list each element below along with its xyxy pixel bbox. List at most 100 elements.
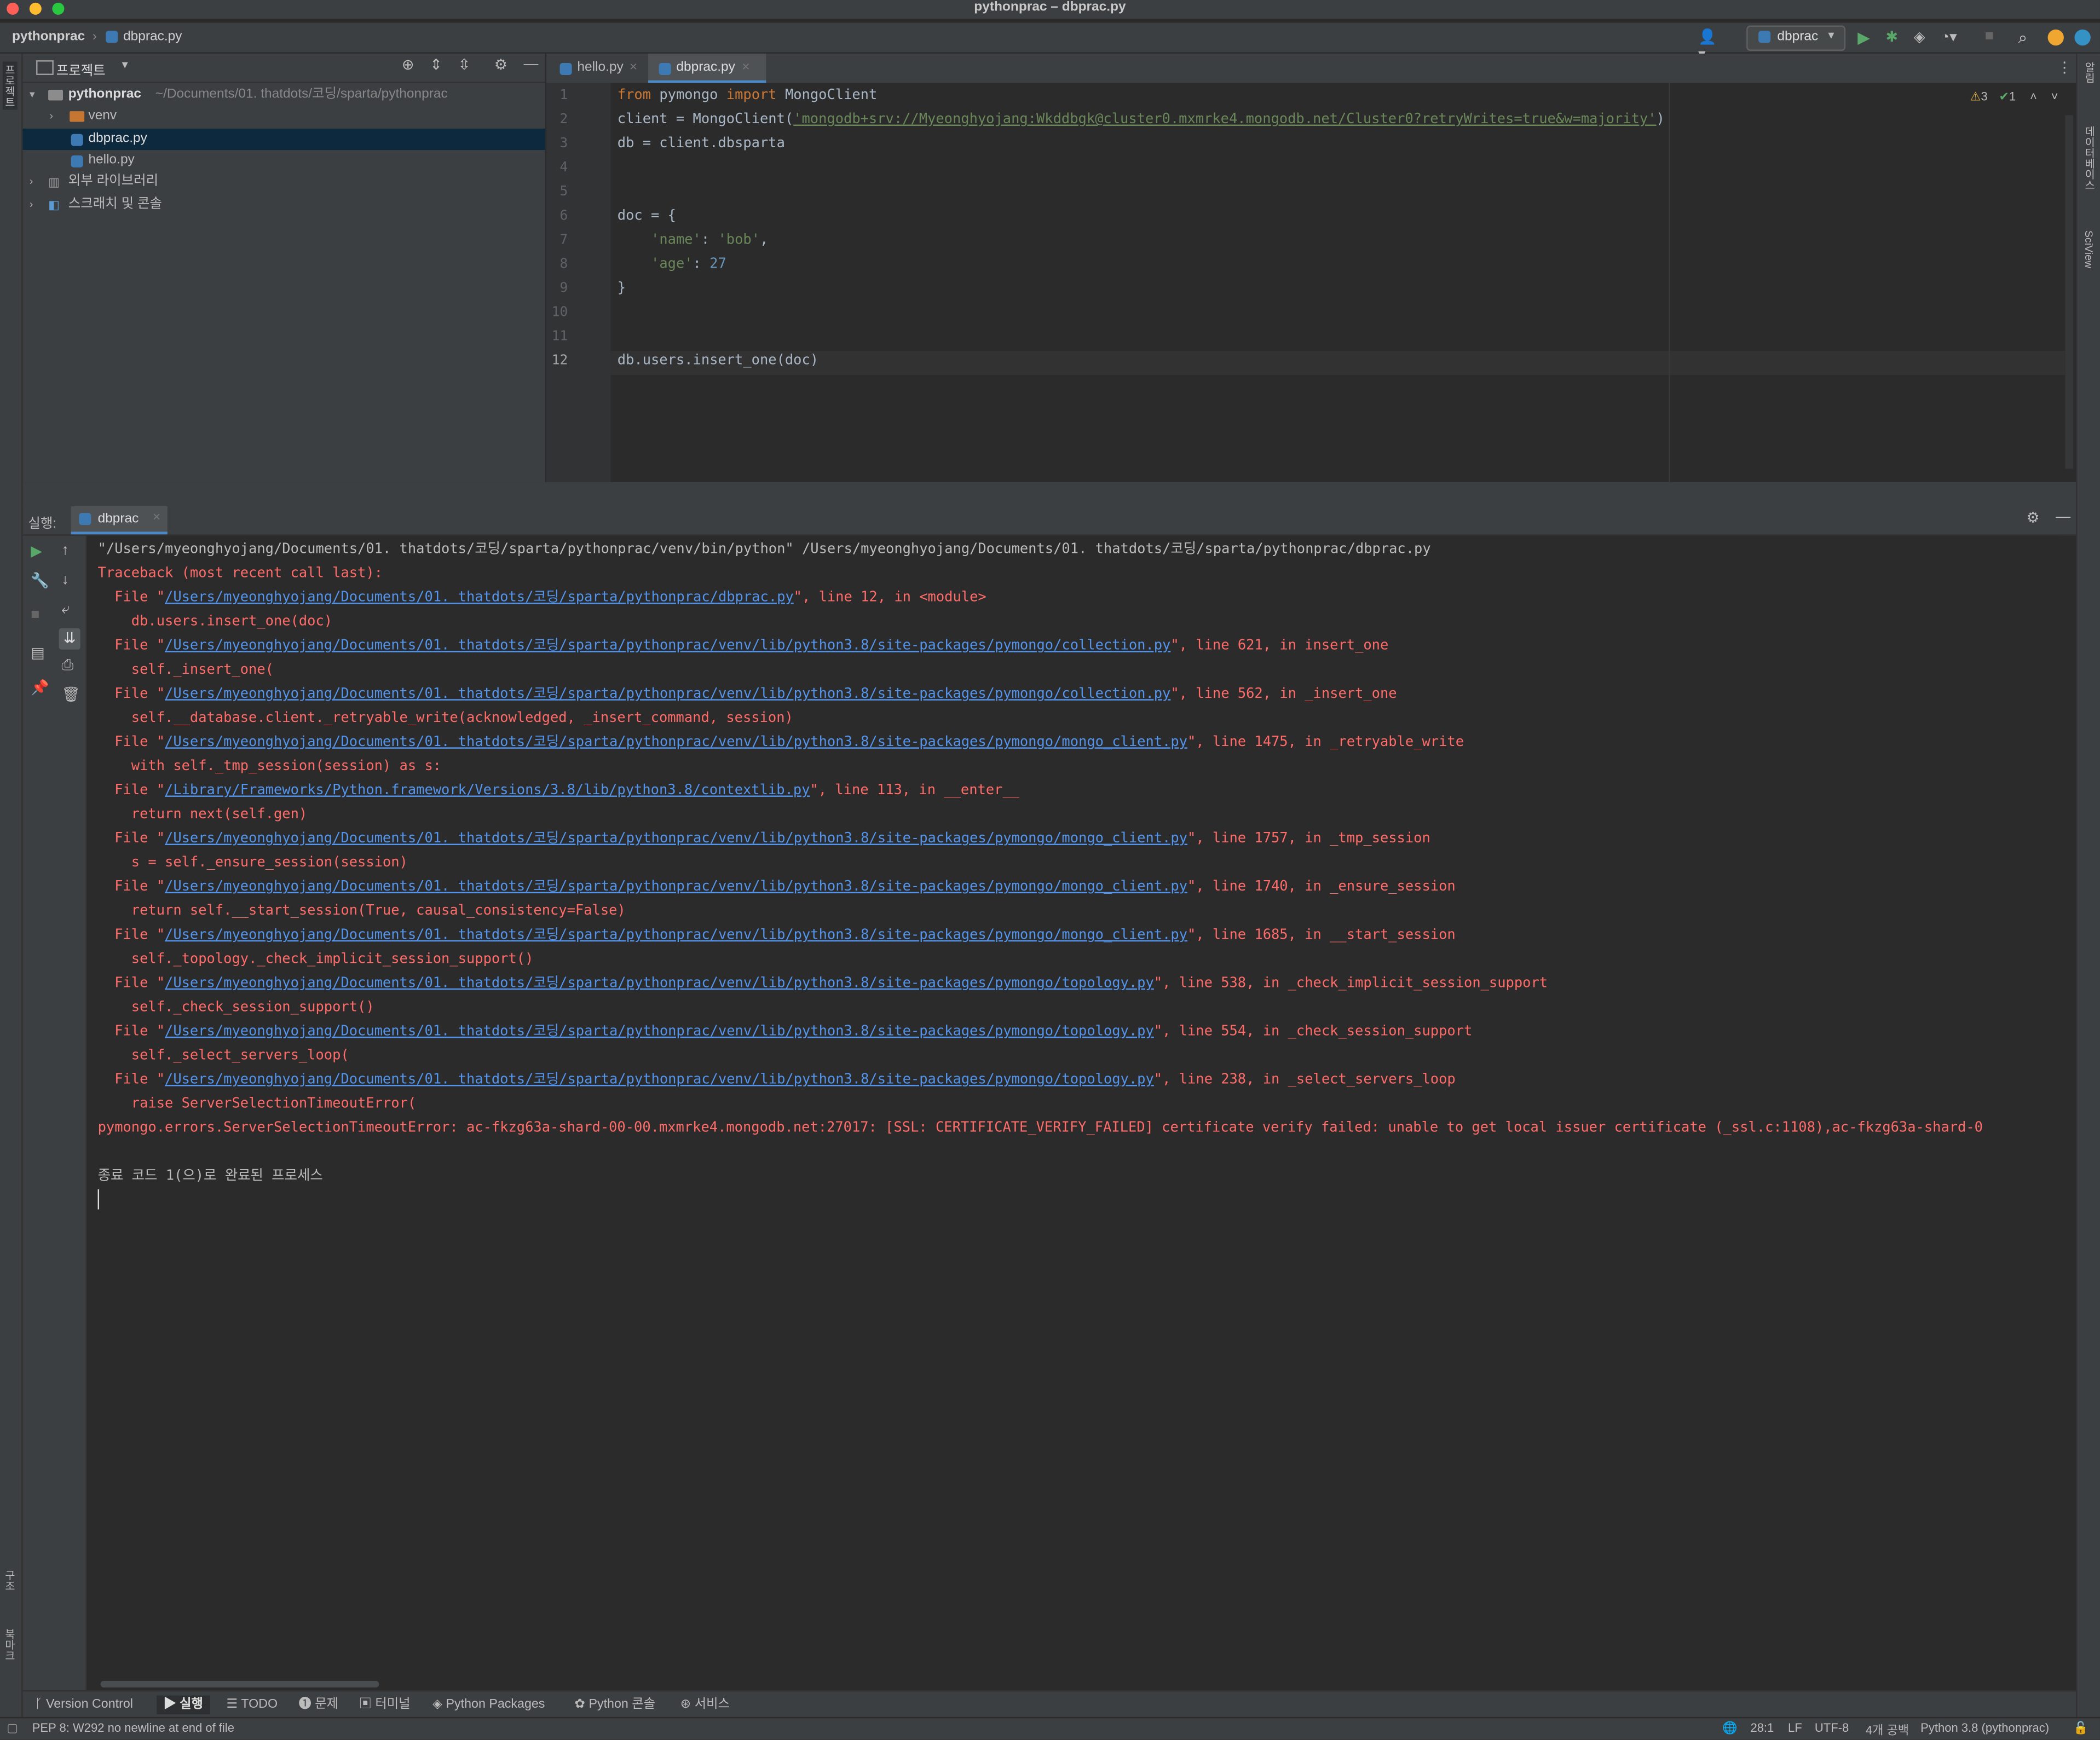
chevron-down-icon[interactable]: ˅: [2051, 90, 2058, 103]
console-horizontal-scrollbar[interactable]: [100, 1680, 379, 1688]
chevron-up-icon[interactable]: ˄: [2030, 90, 2037, 103]
update-icon[interactable]: [2047, 29, 2064, 46]
tool-tab-run[interactable]: ▶ 실행: [157, 1695, 210, 1715]
structure-tool-button[interactable]: 구조: [3, 1570, 18, 1591]
account-icon[interactable]: 👤▾: [1698, 28, 1717, 63]
coverage-icon[interactable]: ◈: [1914, 28, 1932, 47]
trash-icon[interactable]: 🗑: [62, 686, 80, 703]
tree-item-dbprac[interactable]: dbprac.py: [22, 128, 545, 151]
frame-suffix: ", line 1757, in _tmp_session: [1187, 830, 1430, 847]
pin-icon[interactable]: 📌: [31, 679, 49, 696]
more-options-icon[interactable]: ⋮: [2057, 59, 2072, 76]
wrench-icon[interactable]: 🔧: [31, 572, 49, 589]
tree-item-label: pythonprac: [68, 87, 141, 102]
database-tool-button[interactable]: 데이터베이스: [2082, 126, 2097, 190]
frame-file-link[interactable]: /Users/myeonghyojang/Documents/01. thatd…: [165, 686, 1170, 702]
close-icon[interactable]: ×: [742, 54, 749, 83]
frame-file-link[interactable]: /Users/myeonghyojang/Documents/01. thatd…: [165, 1072, 1154, 1088]
globe-icon[interactable]: 🌐: [1722, 1721, 1737, 1736]
project-tool-button[interactable]: 프로젝트: [2, 61, 18, 110]
scroll-to-end-icon[interactable]: ⇊: [59, 628, 80, 650]
status-interpreter[interactable]: Python 3.8 (pythonprac): [1920, 1721, 2049, 1734]
collapse-all-icon[interactable]: ⇳: [458, 56, 471, 73]
bookmarks-tool-button[interactable]: 북마크: [3, 1628, 18, 1661]
tool-tab-services[interactable]: ⊛ 서비스: [680, 1696, 730, 1714]
chevron-down-icon[interactable]: ▾: [122, 57, 128, 72]
sciview-tool-button[interactable]: SciView: [2082, 230, 2095, 268]
tool-tab-todo[interactable]: ☰ TODO: [226, 1696, 278, 1714]
tree-item-label: venv: [88, 108, 117, 124]
code-editor[interactable]: 1 2 3 4 5 6 7 8 9 10 11 12 from pymongo …: [546, 83, 2076, 482]
run-icon[interactable]: ▶: [1857, 28, 1876, 47]
close-icon[interactable]: ×: [153, 510, 160, 525]
tool-tab-problems[interactable]: ❶ 문제: [299, 1696, 338, 1714]
line-number: 7: [559, 233, 568, 248]
search-icon[interactable]: ⌕: [2018, 28, 2037, 47]
python-file-icon: [71, 155, 83, 167]
print-icon[interactable]: ⎙: [62, 657, 74, 675]
project-panel-title[interactable]: 프로젝트: [56, 59, 106, 79]
gear-icon[interactable]: ⚙: [494, 56, 507, 73]
close-icon[interactable]: ×: [630, 54, 637, 83]
frame-prefix: File ": [97, 1071, 165, 1088]
hide-panel-icon[interactable]: —: [2056, 509, 2070, 525]
gear-icon[interactable]: ⚙: [2026, 509, 2039, 526]
tree-item-venv[interactable]: › venv: [23, 106, 545, 127]
panel-divider[interactable]: [22, 482, 2076, 506]
debug-icon[interactable]: ✱: [1886, 28, 1905, 47]
profile-icon[interactable]: ◔▾: [1941, 28, 1959, 47]
tool-tab-python-packages[interactable]: ◈ Python Packages: [432, 1696, 545, 1714]
tree-item-project-root[interactable]: ▾ pythonprac ~/Documents/01. thatdots/코딩…: [23, 84, 545, 106]
frame-suffix: ", line 113, in __enter__: [810, 782, 1020, 799]
frame-file-link[interactable]: /Library/Frameworks/Python.framework/Ver…: [165, 782, 810, 798]
run-tab-dbprac[interactable]: dbprac ×: [71, 506, 168, 535]
tab-hello-py[interactable]: hello.py ×: [546, 54, 645, 83]
run-config-select[interactable]: dbprac ▾: [1746, 25, 1846, 51]
frame-file-link[interactable]: /Users/myeonghyojang/Documents/01. thatd…: [165, 638, 1170, 654]
frame-file-link[interactable]: /Users/myeonghyojang/Documents/01. thatd…: [165, 589, 794, 605]
status-line-separator[interactable]: LF: [1788, 1721, 1802, 1734]
traceback-frame-location: File "/Users/myeonghyojang/Documents/01.…: [98, 633, 1389, 657]
editor-scrollbar[interactable]: [2065, 115, 2074, 469]
tool-tab-python-console[interactable]: ✿ Python 콘솔: [575, 1696, 656, 1714]
frame-file-link[interactable]: /Users/myeonghyojang/Documents/01. thatd…: [165, 734, 1187, 750]
tree-item-hello[interactable]: hello.py: [23, 150, 545, 171]
breadcrumb-project[interactable]: pythonprac: [12, 30, 85, 44]
locate-file-icon[interactable]: ⊕: [402, 56, 414, 73]
status-position[interactable]: 28:1: [1750, 1721, 1774, 1734]
console-caret: [97, 1189, 100, 1210]
status-indent[interactable]: 4개 공백: [1866, 1721, 1909, 1738]
stop-icon[interactable]: ■: [1985, 28, 2004, 47]
arrow-down-icon[interactable]: ↓: [62, 572, 69, 588]
tab-dbprac-py[interactable]: dbprac.py ×: [648, 53, 766, 83]
rerun-icon[interactable]: ▶: [31, 542, 42, 559]
frame-suffix: ", line 538, in _check_implicit_session_…: [1153, 975, 1548, 991]
tree-item-scratches[interactable]: › ◧ 스크래치 및 콘솔: [23, 194, 545, 216]
run-console[interactable]: "/Users/myeonghyojang/Documents/01. that…: [87, 535, 2062, 1690]
jetbrains-icon[interactable]: [2074, 29, 2091, 46]
expand-all-icon[interactable]: ⇕: [430, 56, 442, 73]
tool-tab-version-control[interactable]: ᚴ Version Control: [35, 1696, 133, 1714]
stop-icon[interactable]: ■: [31, 606, 39, 622]
inspection-widget[interactable]: ⚠3 ✔1 ˄ ˅: [1970, 90, 2058, 105]
frame-file-link[interactable]: /Users/myeonghyojang/Documents/01. thatd…: [165, 1023, 1154, 1039]
frame-suffix: ", line 1475, in _retryable_write: [1187, 733, 1464, 750]
notifications-tool-button[interactable]: 알림: [2082, 62, 2097, 83]
hide-panel-icon[interactable]: —: [524, 56, 539, 72]
code-line-7: 'name': 'bob',: [618, 232, 768, 247]
breadcrumb-file[interactable]: dbprac.py: [123, 30, 182, 44]
frame-file-link[interactable]: /Users/myeonghyojang/Documents/01. thatd…: [165, 830, 1187, 846]
tool-tab-terminal[interactable]: ▣ 터미널: [359, 1696, 411, 1714]
layout-toggle-icon[interactable]: ▢: [7, 1721, 18, 1736]
layout-icon[interactable]: ▤: [31, 644, 44, 661]
status-encoding[interactable]: UTF-8: [1815, 1721, 1849, 1734]
chevron-down-icon: ▾: [1828, 28, 1834, 42]
frame-file-link[interactable]: /Users/myeonghyojang/Documents/01. thatd…: [165, 927, 1187, 943]
frame-file-link[interactable]: /Users/myeonghyojang/Documents/01. thatd…: [165, 878, 1187, 894]
soft-wrap-icon[interactable]: ⤶: [62, 602, 70, 619]
tree-item-external-libraries[interactable]: › ▥ 외부 라이브러리: [23, 171, 545, 193]
arrow-up-icon[interactable]: ↑: [62, 542, 69, 558]
frame-file-link[interactable]: /Users/myeonghyojang/Documents/01. thatd…: [165, 975, 1154, 991]
traceback-frame-code: with self._tmp_session(session) as s:: [97, 758, 442, 774]
lock-icon[interactable]: 🔓: [2073, 1721, 2088, 1736]
